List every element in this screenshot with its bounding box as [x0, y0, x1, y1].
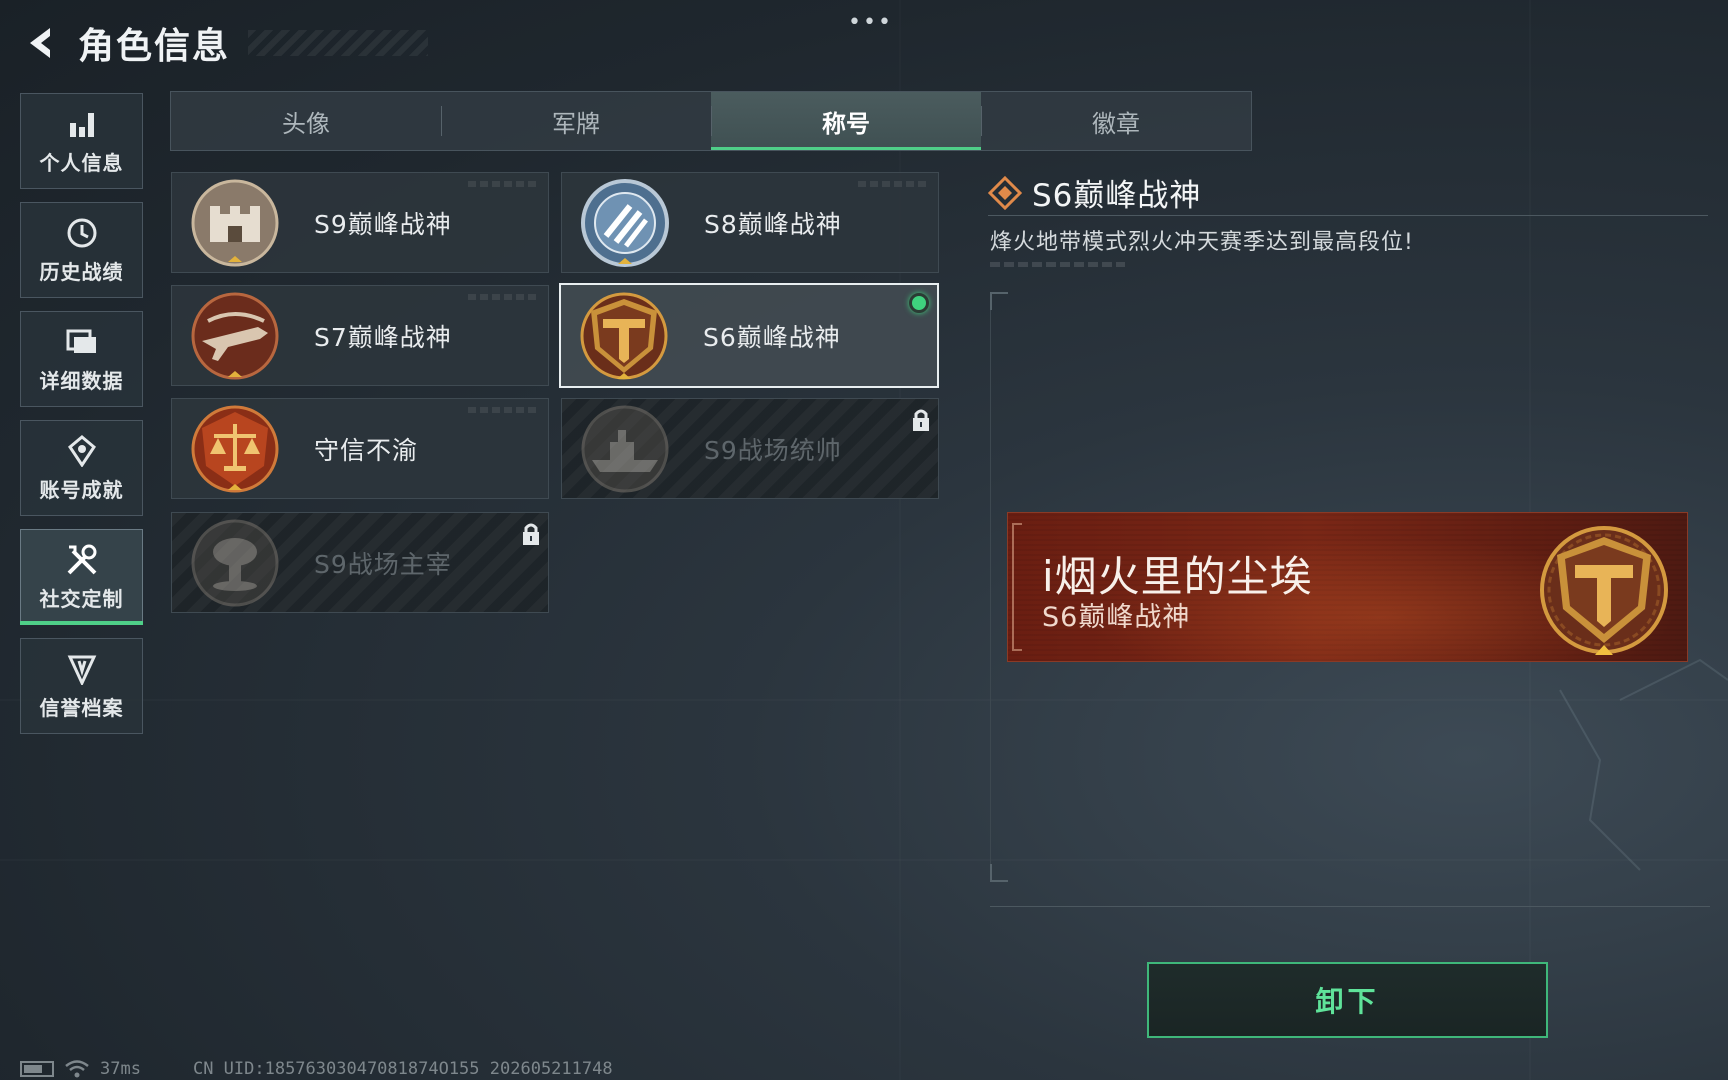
title-card-name: S7巅峰战神: [314, 322, 452, 352]
sidebar-item-label: 社交定制: [39, 586, 124, 611]
sidebar-item-label: 历史战绩: [39, 259, 124, 284]
divider: [988, 215, 1708, 216]
achievement-icon: [65, 434, 99, 468]
tools-icon: [65, 543, 99, 577]
page-title: 角色信息: [78, 26, 231, 67]
title-card-s8-peak[interactable]: S8巅峰战神: [561, 172, 939, 273]
sidebar-item-history[interactable]: 历史战绩: [20, 202, 143, 298]
category-tabs: 头像 军牌 称号 徽章: [170, 91, 1252, 151]
title-preview-banner: i烟火里的尘埃 S6巅峰战神: [1007, 512, 1688, 662]
back-arrow-icon: [30, 28, 50, 58]
banner-bracket: [1012, 523, 1022, 651]
fortress-medal-icon: [191, 179, 279, 266]
sidebar-item-label: 账号成就: [39, 477, 124, 502]
sidebar-item-credit-record[interactable]: 信誉档案: [20, 638, 143, 734]
title-card-name: 守信不渝: [314, 435, 419, 465]
battery-icon: [20, 1061, 54, 1077]
back-button[interactable]: [18, 20, 64, 66]
sidebar-item-label: 详细数据: [39, 368, 124, 393]
sidebar-item-achievements[interactable]: 账号成就: [20, 420, 143, 516]
tab-title[interactable]: 称号: [711, 92, 981, 150]
blue-stripe-medal-icon: [581, 178, 669, 267]
warship-medal-icon: [581, 405, 669, 492]
title-card-name: S8巅峰战神: [704, 209, 842, 239]
frame-corner: [990, 864, 1008, 882]
frame-corner: [990, 292, 1008, 310]
equipped-indicator: [909, 293, 929, 313]
page-header: 角色信息: [18, 18, 428, 68]
title-card-name: S9战场主宰: [314, 549, 452, 579]
rifle-medal-icon: [191, 292, 279, 379]
scales-medal-icon: [191, 405, 279, 492]
sidebar-item-detailed-data[interactable]: 详细数据: [20, 311, 143, 407]
title-card-s9-dominator[interactable]: S9战场主宰: [171, 512, 549, 613]
sidebar-item-label: 个人信息: [39, 150, 124, 175]
unequip-label: 卸下: [1315, 985, 1380, 1018]
card-decoration: [468, 181, 538, 187]
title-card-keep-faith[interactable]: 守信不渝: [171, 398, 549, 499]
more-options-icon[interactable]: •••: [848, 10, 893, 35]
gold-t-medal-icon: [580, 292, 668, 379]
gold-t-medal-icon: [1540, 526, 1668, 655]
sidebar-item-personal-info[interactable]: 个人信息: [20, 93, 143, 189]
card-decoration: [468, 294, 538, 300]
title-card-s9-commander[interactable]: S9战场统帅: [561, 398, 939, 499]
description-decoration: [990, 262, 1125, 267]
sidebar-item-social-custom[interactable]: 社交定制: [20, 529, 143, 625]
tab-avatar[interactable]: 头像: [171, 92, 441, 150]
bar-chart-icon: [65, 107, 99, 141]
detail-description: 烽火地带模式烈火冲天赛季达到最高段位!: [990, 230, 1414, 255]
sidebar: 个人信息 历史战绩 详细数据 账号成就 社交定制 信誉档案: [20, 93, 143, 747]
detail-header: S6巅峰战神: [988, 170, 1708, 215]
banner-title-name: S6巅峰战神: [1042, 602, 1191, 633]
unequip-button[interactable]: 卸下: [1147, 962, 1548, 1038]
uid-text: CN UID:18576303047081874O155 20260521174…: [192, 1059, 613, 1079]
title-decoration: [248, 30, 428, 56]
title-card-s6-peak[interactable]: S6巅峰战神: [559, 283, 939, 388]
title-card-name: S9战场统帅: [704, 435, 842, 465]
tab-badge[interactable]: 徽章: [981, 92, 1251, 150]
tab-dog-tag[interactable]: 军牌: [441, 92, 711, 150]
mushroom-cloud-medal-icon: [191, 519, 279, 606]
title-card-s7-peak[interactable]: S7巅峰战神: [171, 285, 549, 386]
lock-icon: [523, 523, 539, 545]
ping-value: 37ms: [100, 1059, 141, 1079]
title-card-name: S9巅峰战神: [314, 209, 452, 239]
divider: [990, 906, 1710, 907]
clock-icon: [65, 216, 99, 250]
sidebar-item-label: 信誉档案: [39, 695, 124, 720]
status-bar: 37ms CN UID:18576303047081874O155 202605…: [20, 1058, 613, 1080]
wifi-icon: [65, 1060, 89, 1078]
lock-icon: [913, 409, 929, 431]
title-card-s9-peak[interactable]: S9巅峰战神: [171, 172, 549, 273]
title-diamond-icon: [988, 175, 1022, 210]
folder-icon: [65, 325, 99, 359]
title-card-name: S6巅峰战神: [703, 322, 841, 352]
card-decoration: [858, 181, 928, 187]
card-decoration: [468, 407, 538, 413]
credit-shield-icon: [65, 652, 99, 686]
detail-title: S6巅峰战神: [1032, 178, 1202, 214]
